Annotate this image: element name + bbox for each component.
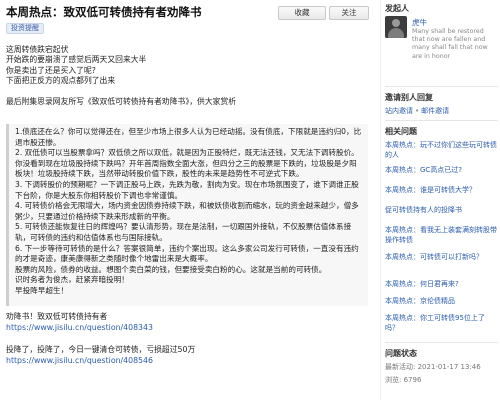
status-heading: 问题状态 [385, 349, 417, 358]
intro-line: 你是卖出了还是买入了呢? [6, 65, 96, 75]
quote-paragraph: 识时务者为俊杰，赶紧弃暗投明！ [15, 275, 129, 285]
quote-paragraph: 早投降早超生！ [15, 285, 69, 295]
related-question[interactable]: 本周热点：看我无上装套满刻转股带操作转债 [385, 225, 498, 245]
quoted-letter: 1.债底还在么？你可以觉得还在，但至少市场上很多人认为已经动摇。没有债底，下限就… [6, 124, 368, 306]
last-activity-label: 最新活动: [385, 363, 416, 371]
divider [385, 86, 498, 87]
quote-paragraph: 3. 下调转股价的预期呢？一下调正股马上跌，先跌为敬，割肉为安。现在市场氛围变了… [15, 179, 359, 200]
invite-links: 站内邀请 • 邮件邀请 [385, 107, 450, 115]
column-divider [380, 0, 381, 400]
quote-paragraph: 股票的风险，债券的收益。想图个卖白菜的钱，但要接受卖白粉的心。这就是当前的可转债… [15, 264, 327, 274]
last-activity: 最新活动: 2021-01-17 13:46 [385, 362, 481, 372]
related-question[interactable]: 本周热点：可转债可以打新吗？ [385, 252, 498, 262]
title-row: 本周热点：致双低可转债持有者劝降书 收藏 关注 [6, 4, 371, 20]
related-question[interactable]: 本周热点：玩不过你们这些玩可转债的人 [385, 140, 498, 160]
view-count-label: 浏览: [385, 376, 402, 384]
collect-button[interactable]: 收藏 [278, 6, 326, 20]
quote-paragraph: 4. 可转债价格会无限增大，场内资金因债券持续下跌，和被妖债收割而缩水，玩的资金… [15, 201, 359, 221]
intro-line: 下面把正反方的观点都列了出来 [6, 76, 116, 86]
question-intro: 这周转债跌宕起伏 开始跌的要崩溃了感觉后两天又回来大半 你是卖出了还是买入了呢?… [6, 45, 368, 107]
related-question[interactable]: 本周热点：京伦债精品 [385, 296, 498, 306]
invite-heading: 邀请别人回复 [385, 93, 433, 102]
related-question[interactable]: 本周热点：你工可转债95位上了吗？ [385, 313, 498, 333]
last-activity-value: 2021-01-17 13:46 [417, 363, 481, 371]
question-main: 本周热点：致双低可转债持有者劝降书 收藏 关注 投资提醒 这周转债跌宕起伏 开始… [0, 0, 375, 400]
post-title: 劝降书！致双低可转债持有者 [6, 312, 108, 321]
topic-tag[interactable]: 投资提醒 [6, 23, 44, 34]
intro-line: 这周转债跌宕起伏 [6, 45, 69, 54]
related-heading: 相关问题 [385, 127, 417, 136]
quote-paragraph: 6. 下一步等待可转债的是什么？答案很简单，违约个案出现。这么多家公司发行可转债… [15, 243, 359, 264]
related-question[interactable]: 促可转债持有人的投降书 [385, 205, 498, 215]
post-link[interactable]: https://www.jisilu.cn/question/408343 [6, 323, 153, 332]
related-question[interactable]: 本周热点：谁是可转债大学？ [385, 185, 498, 195]
avatar[interactable] [385, 16, 407, 38]
initiator-heading: 发起人 [385, 4, 409, 13]
divider [385, 120, 498, 121]
related-posts: 劝降书！致双低可转债持有者 https://www.jisilu.cn/ques… [6, 312, 368, 366]
quote-paragraph: 2. 双低债可以当股票拿吗？双低债之所以双低，就是因为正股特烂，既无法还钱，又无… [15, 148, 359, 179]
intro-line: 开始跌的要崩溃了感觉后两天又回来大半 [6, 55, 147, 65]
user-name[interactable]: 虎牛 [412, 17, 427, 28]
follow-button[interactable]: 关注 [329, 6, 369, 20]
quote-paragraph: 1.债底还在么？你可以觉得还在，但至少市场上很多人认为已经动摇。没有债底，下限就… [15, 127, 362, 147]
related-question[interactable]: 本周热点：何日君再来? [385, 279, 498, 289]
invite-email-link[interactable]: 邮件邀请 [421, 107, 449, 115]
invite-site-link[interactable]: 站内邀请 [385, 107, 413, 115]
view-count: 浏览: 6796 [385, 375, 421, 385]
quote-paragraph: 5. 可转债还能恢复往日的辉煌吗？要认清形势，现在是法制，一切跟国外接轨，不仅股… [15, 222, 352, 242]
user-signature: Many shall be restored that now are fall… [412, 28, 488, 60]
view-count-value: 6796 [403, 376, 422, 384]
quote-intro: 最后附集思录网友所写《致双低可转债持有者劝降书》，供大家赏析 [6, 96, 237, 106]
post-title: 投降了，投降了，今日一键清仓可转债，亏损超过50万 [6, 345, 196, 354]
sidebar: 发起人 虎牛 Many shall be restored that now a… [385, 0, 498, 400]
post-link[interactable]: https://www.jisilu.cn/question/408546 [6, 356, 153, 365]
divider [385, 342, 498, 343]
related-question[interactable]: 本周热点：GC高点已过? [385, 165, 498, 175]
